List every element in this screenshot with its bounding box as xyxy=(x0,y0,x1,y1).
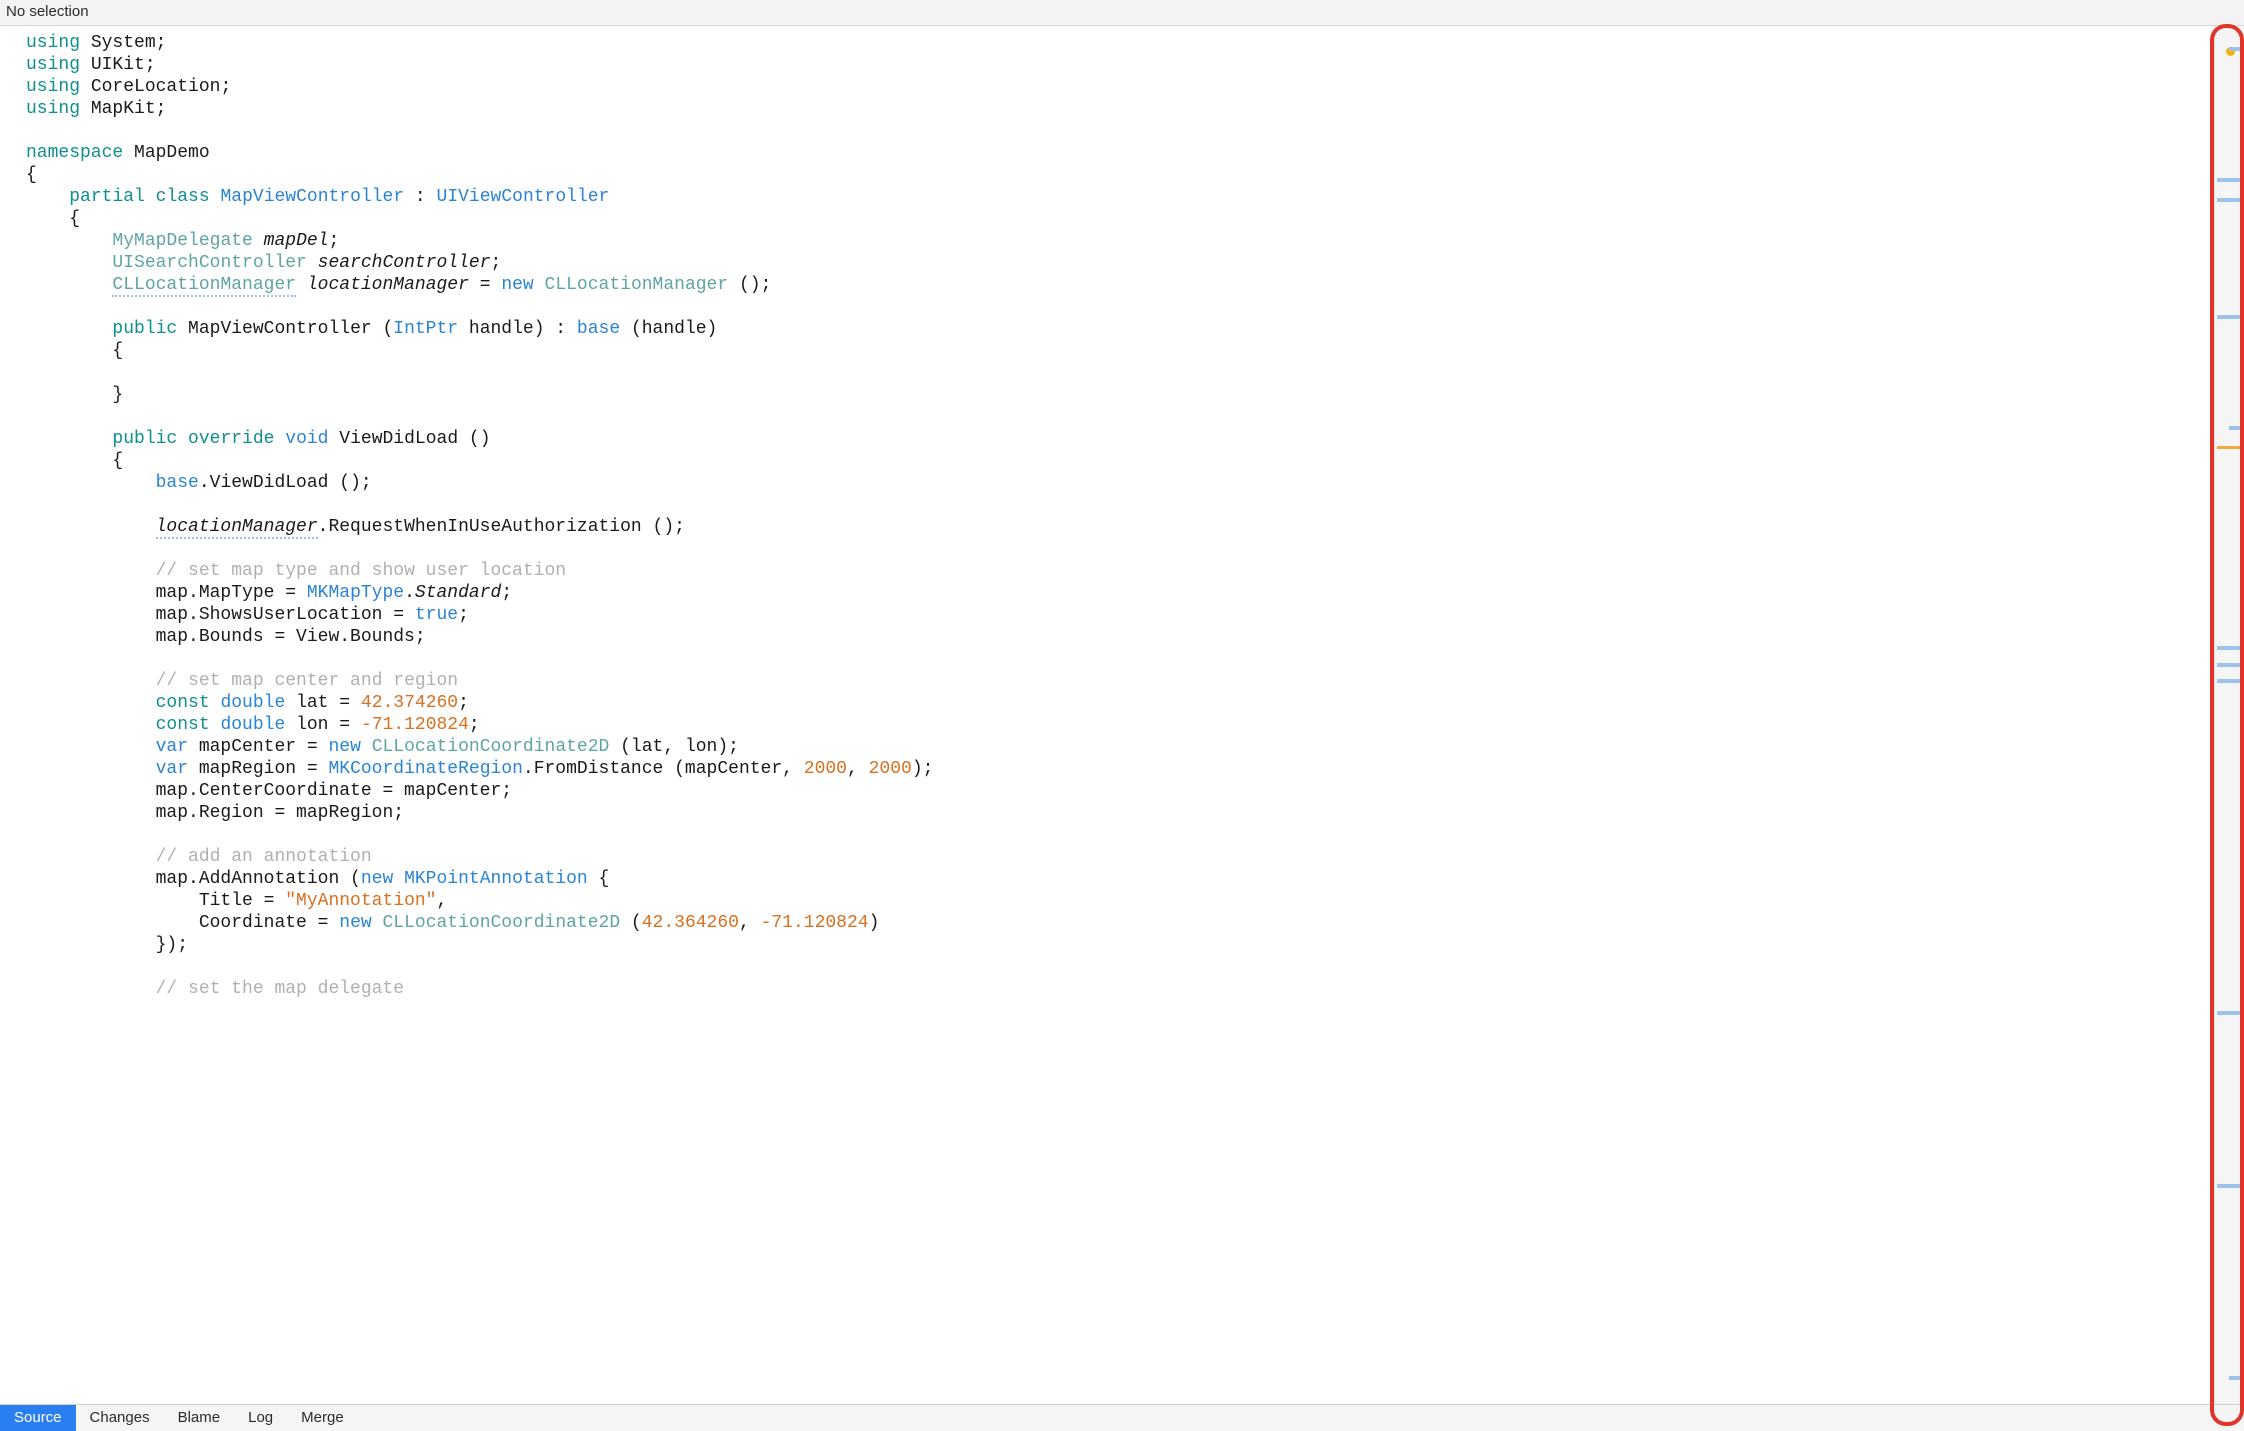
minimap-mark xyxy=(2229,1376,2242,1380)
minimap-mark xyxy=(2217,1011,2242,1015)
tab-merge[interactable]: Merge xyxy=(287,1405,358,1431)
tab-blame[interactable]: Blame xyxy=(164,1405,235,1431)
tab-log[interactable]: Log xyxy=(234,1405,287,1431)
bottom-tab-strip: SourceChangesBlameLogMerge xyxy=(0,1404,2244,1431)
tab-source[interactable]: Source xyxy=(0,1405,76,1431)
tab-changes[interactable]: Changes xyxy=(76,1405,164,1431)
breadcrumb-title: No selection xyxy=(6,3,89,20)
minimap-mark xyxy=(2217,315,2242,319)
minimap-mark xyxy=(2229,426,2242,430)
minimap-mark xyxy=(2229,47,2242,51)
code-editor[interactable]: using System; using UIKit; using CoreLoc… xyxy=(0,26,2214,1404)
breadcrumb-bar: No selection xyxy=(0,0,2244,26)
minimap-mark xyxy=(2217,198,2242,202)
minimap-mark xyxy=(2217,1184,2242,1188)
minimap-mark xyxy=(2217,663,2242,667)
minimap-mark xyxy=(2217,646,2242,650)
minimap-mark xyxy=(2217,679,2242,683)
minimap-mark xyxy=(2217,178,2242,182)
minimap-mark xyxy=(2217,446,2242,449)
scrollbar-minimap[interactable] xyxy=(2214,26,2244,1404)
